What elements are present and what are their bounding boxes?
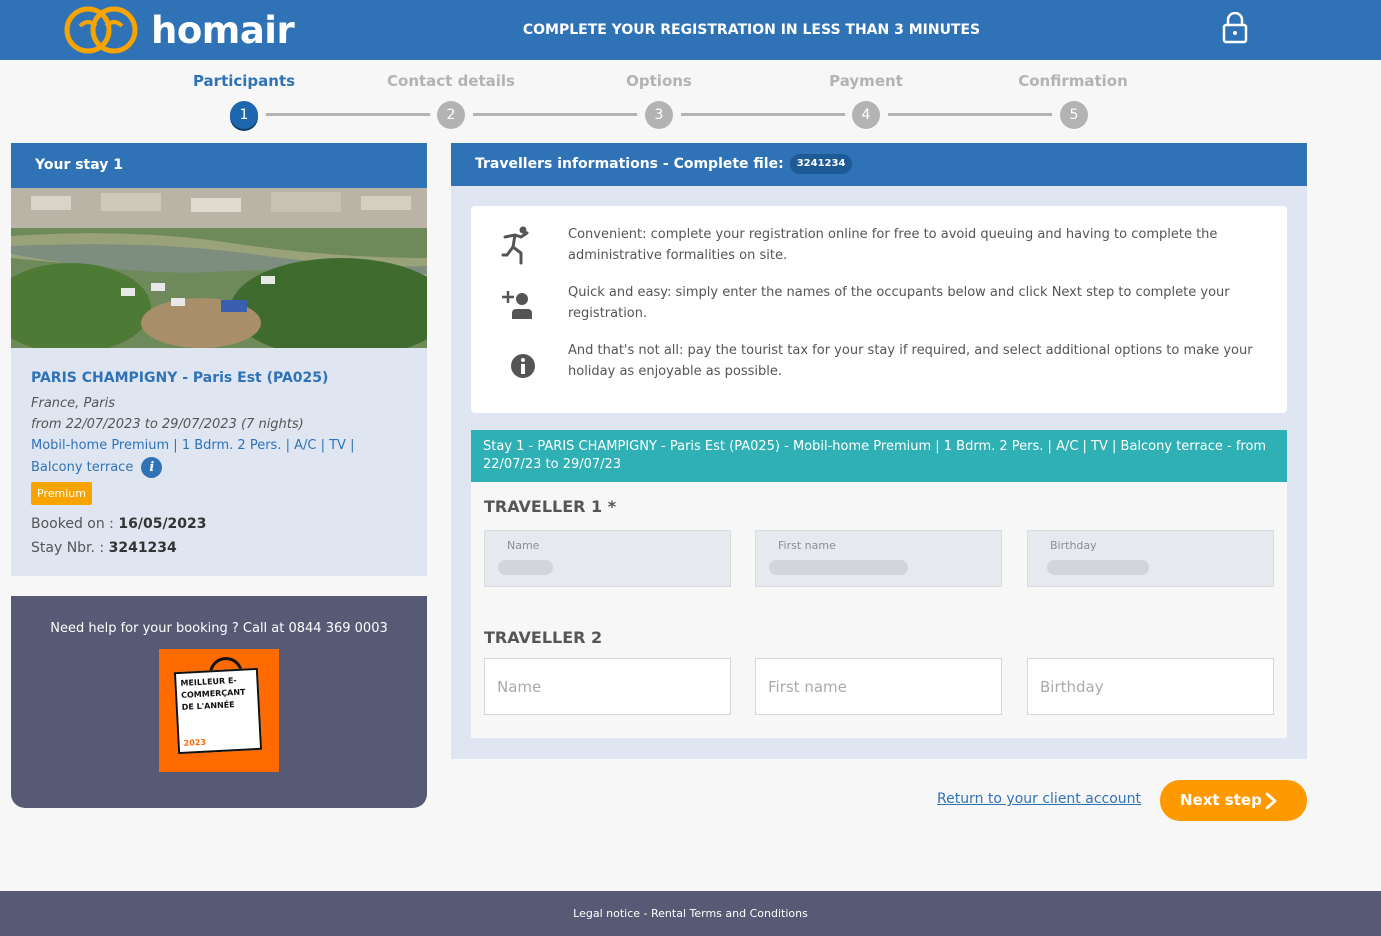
step-label-options[interactable]: Options [559,72,759,90]
masked-value [1047,560,1149,575]
info-icon[interactable]: i [141,457,163,478]
step-connector [473,113,637,116]
footer: Legal notice - Rental Terms and Conditio… [0,891,1381,936]
next-step-button[interactable]: Next step [1160,780,1307,821]
travellers-heading-text: Travellers informations - Complete file: [475,156,784,172]
booked-on-label: Booked on : [31,516,114,532]
next-step-label: Next step [1180,791,1262,809]
top-header: homair COMPLETE YOUR REGISTRATION IN LES… [0,0,1381,60]
step-circle-5[interactable]: 5 [1060,101,1088,129]
stay-number-label: Stay Nbr. : [31,540,105,556]
info-text-more: And that's not all: pay the tourist tax … [568,343,1253,379]
masked-value [769,560,908,575]
award-text: MEILLEUR E-COMMERÇANT DE L'ANNÉE [180,675,246,712]
legal-notice-link[interactable]: Legal notice [573,907,640,920]
registration-stepper: Participants Contact details Options Pay… [0,60,1381,140]
campsite-name[interactable]: PARIS CHAMPIGNY - Paris Est (PA025) [31,370,407,386]
info-text-quick: Quick and easy: simply enter the names o… [568,285,1230,321]
info-text-convenient: Convenient: complete your registration o… [568,227,1218,263]
step-connector [888,113,1052,116]
step-circle-2[interactable]: 2 [437,101,465,129]
step-circle-1[interactable]: 1 [230,101,258,129]
traveller-1-title: TRAVELLER 1 * [484,497,617,516]
traveller-1-firstname-field: First name [755,530,1002,587]
traveller-1-name-field: Name [484,530,731,587]
premium-badge: Premium [31,482,92,505]
step-circle-4[interactable]: 4 [852,101,880,129]
step-label-contact-details[interactable]: Contact details [351,72,551,90]
add-person-icon [502,291,532,319]
step-connector [681,113,845,116]
stay-number: Stay Nbr. : 3241234 [31,536,407,560]
traveller-2-firstname-input[interactable] [756,659,1001,714]
accommodation-type[interactable]: Mobil-home Premium | 1 Bdrm. 2 Pers. | A… [31,435,407,457]
traveller-2-title: TRAVELLER 2 [484,628,603,647]
award-badge: MEILLEUR E-COMMERÇANT DE L'ANNÉE 2023 [159,649,279,772]
accommodation-type-line2: Balcony terrace [31,460,134,475]
step-circle-3[interactable]: 3 [645,101,673,129]
step-label-payment[interactable]: Payment [766,72,966,90]
stay-summary-card: Your stay 1 PARIS CHAMPIGNY - Paris Est … [11,143,427,576]
rental-terms-link[interactable]: Rental Terms and Conditions [651,907,808,920]
campsite-location: France, Paris [31,396,115,411]
info-icon [511,354,535,378]
traveller-1-birthday-field: Birthday [1027,530,1274,587]
stay-number-value: 3241234 [108,540,177,556]
traveller-2-birthday-field[interactable] [1027,658,1274,715]
travellers-panel: Travellers informations - Complete file:… [451,143,1307,759]
step-label-confirmation[interactable]: Confirmation [973,72,1173,90]
stay-dates: from 22/07/2023 to 29/07/2023 (7 nights) [31,417,304,432]
info-box: Convenient: complete your registration o… [471,206,1287,413]
traveller-2-firstname-field[interactable] [755,658,1002,715]
campsite-photo [11,188,427,348]
traveller-2-name-input[interactable] [485,659,730,714]
award-year: 2023 [183,737,207,748]
chevron-right-icon [1265,792,1277,810]
traveller-1-firstname-label: First name [778,539,836,552]
file-number-badge: 3241234 [789,154,853,174]
booked-on-value: 16/05/2023 [118,516,207,532]
award-card: MEILLEUR E-COMMERÇANT DE L'ANNÉE 2023 [173,667,263,755]
travellers-heading: Travellers informations - Complete file:… [451,143,1307,186]
traveller-1-birthday-label: Birthday [1050,539,1097,552]
stay-heading: Your stay 1 [11,143,427,188]
traveller-form: TRAVELLER 1 * Name First name Birthday T… [471,482,1287,738]
return-to-account-link[interactable]: Return to your client account [937,791,1141,807]
booked-on: Booked on : 16/05/2023 [31,512,407,536]
accommodation-type-cont[interactable]: Balcony terrace i [31,457,407,479]
stay-banner: Stay 1 - PARIS CHAMPIGNY - Paris Est (PA… [471,430,1287,482]
help-phone-text: Need help for your booking ? Call at 084… [50,621,388,636]
lock-icon [1222,12,1248,44]
traveller-2-birthday-input[interactable] [1028,659,1273,714]
running-person-icon [501,226,529,265]
traveller-2-name-field[interactable] [484,658,731,715]
traveller-1-name-label: Name [507,539,540,552]
footer-separator: - [640,907,652,920]
step-connector [266,113,430,116]
help-box: Need help for your booking ? Call at 084… [11,596,427,808]
header-title: COMPLETE YOUR REGISTRATION IN LESS THAN … [522,22,981,38]
masked-value [498,560,553,575]
step-label-participants[interactable]: Participants [144,72,344,90]
